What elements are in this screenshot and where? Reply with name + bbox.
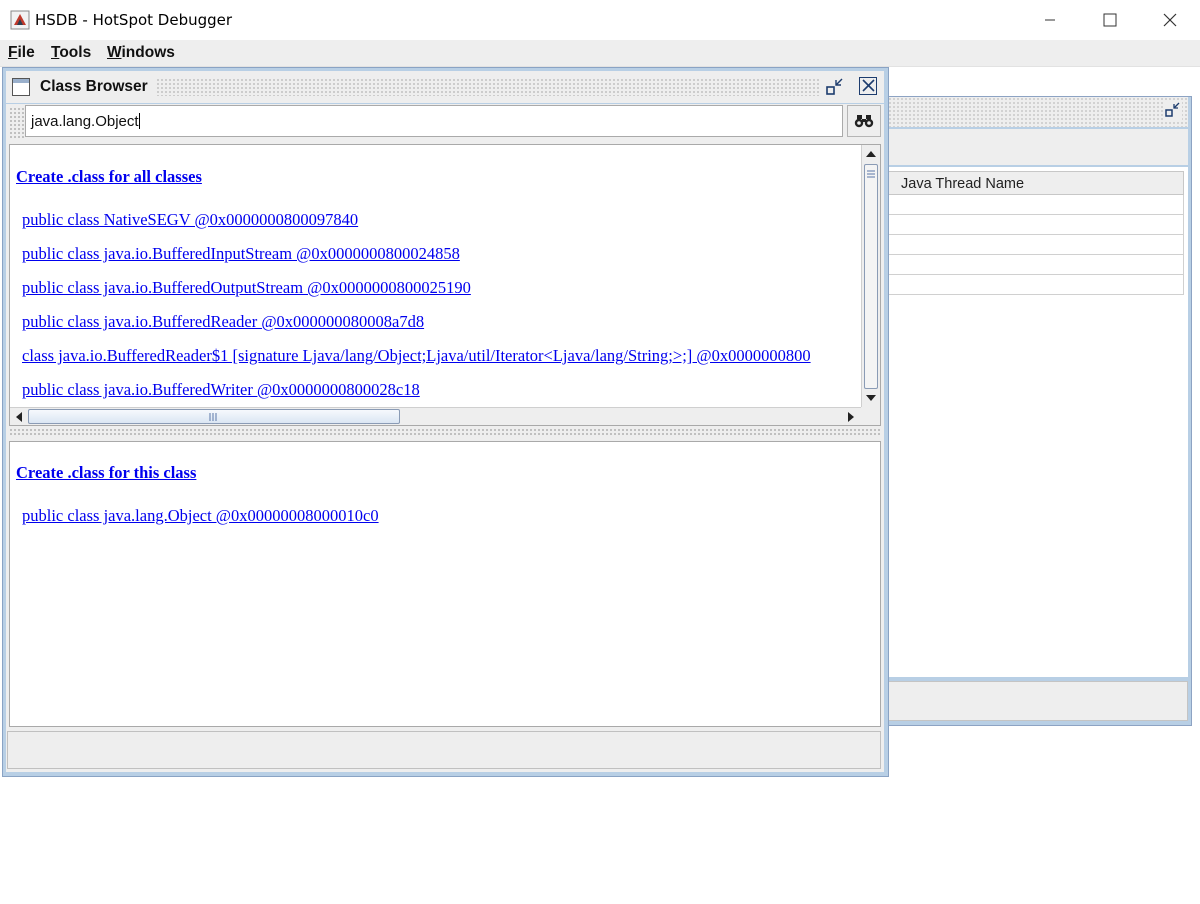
class-browser-status-panel xyxy=(7,731,881,769)
menu-tools[interactable]: Tools xyxy=(51,44,91,62)
minimize-button[interactable] xyxy=(1020,0,1080,40)
class-browser-titlebar[interactable]: Class Browser xyxy=(6,71,884,103)
vertical-scroll-thumb[interactable] xyxy=(864,164,878,389)
selected-class-link[interactable]: public class java.lang.Object @0x0000000… xyxy=(22,506,379,526)
close-icon xyxy=(861,79,875,92)
class-browser-frame: Class Browser java.lang.Object Create .c… xyxy=(2,67,889,777)
grip-icon xyxy=(867,170,875,178)
class-link[interactable]: public class java.io.BufferedReader @0x0… xyxy=(22,312,424,332)
class-browser-restore-button[interactable] xyxy=(824,76,846,98)
scroll-up-icon[interactable] xyxy=(865,149,877,159)
table-row[interactable] xyxy=(884,275,1184,295)
table-header[interactable]: Java Thread Name xyxy=(884,171,1184,195)
java-threads-frame-titlebar[interactable] xyxy=(884,97,1188,127)
window-title: HSDB - HotSpot Debugger xyxy=(35,11,233,29)
class-link[interactable]: public class NativeSEGV @0x0000000800097… xyxy=(22,210,358,230)
minimize-icon xyxy=(1045,19,1055,21)
restore-icon xyxy=(826,78,843,95)
maximize-button[interactable] xyxy=(1080,0,1140,40)
scroll-corner xyxy=(861,407,880,425)
horizontal-scrollbar[interactable] xyxy=(10,407,861,425)
class-browser-body: java.lang.Object Create .class for all c… xyxy=(6,104,884,772)
java-threads-table: Java Thread Name xyxy=(884,167,1188,677)
scroll-right-icon[interactable] xyxy=(846,411,856,423)
java-threads-status-panel xyxy=(884,681,1188,721)
scroll-left-icon[interactable] xyxy=(14,411,24,423)
menu-bar: File Tools Windows xyxy=(0,40,1200,67)
class-link[interactable]: public class java.io.BufferedInputStream… xyxy=(22,244,460,264)
grip-icon xyxy=(209,413,217,421)
create-class-all-link[interactable]: Create .class for all classes xyxy=(16,167,202,187)
split-pane-divider[interactable] xyxy=(9,428,881,436)
table-row[interactable] xyxy=(884,235,1184,255)
class-browser-title: Class Browser xyxy=(40,78,148,95)
maximize-icon xyxy=(1103,13,1117,27)
titlebar-grip xyxy=(156,78,821,96)
table-row[interactable] xyxy=(884,215,1184,235)
java-threads-toolbar xyxy=(884,129,1188,165)
vertical-scrollbar[interactable] xyxy=(861,145,880,407)
class-search-input[interactable]: java.lang.Object xyxy=(25,105,843,137)
java-app-icon xyxy=(10,10,30,30)
horizontal-scroll-thumb[interactable] xyxy=(28,409,400,424)
text-caret xyxy=(138,113,140,129)
class-list-content: Create .class for all classes public cla… xyxy=(10,145,861,407)
close-icon xyxy=(1163,13,1177,27)
java-threads-restore-button[interactable] xyxy=(1164,101,1182,121)
class-link[interactable]: class java.io.BufferedReader$1 [signatur… xyxy=(22,346,811,366)
class-link[interactable]: public class java.io.BufferedWriter @0x0… xyxy=(22,380,420,400)
create-class-this-link[interactable]: Create .class for this class xyxy=(16,463,196,483)
class-browser-close-button[interactable] xyxy=(859,77,877,95)
class-link[interactable]: public class java.io.BufferedOutputStrea… xyxy=(22,278,471,298)
window-titlebar: HSDB - HotSpot Debugger xyxy=(0,0,1200,40)
search-button[interactable] xyxy=(847,105,881,137)
binoculars-icon xyxy=(854,115,874,128)
menu-file[interactable]: File xyxy=(8,44,35,62)
menu-windows[interactable]: Windows xyxy=(107,44,175,62)
restore-icon xyxy=(1165,102,1180,117)
table-row[interactable] xyxy=(884,195,1184,215)
scroll-down-icon[interactable] xyxy=(865,393,877,403)
frame-icon xyxy=(12,78,30,96)
table-row[interactable] xyxy=(884,255,1184,275)
class-list-pane: Create .class for all classes public cla… xyxy=(9,144,881,426)
toolbar-grip[interactable] xyxy=(9,107,25,139)
close-button[interactable] xyxy=(1140,0,1200,40)
java-threads-frame: Java Thread Name xyxy=(883,96,1192,726)
class-detail-pane: Create .class for this class public clas… xyxy=(9,441,881,727)
